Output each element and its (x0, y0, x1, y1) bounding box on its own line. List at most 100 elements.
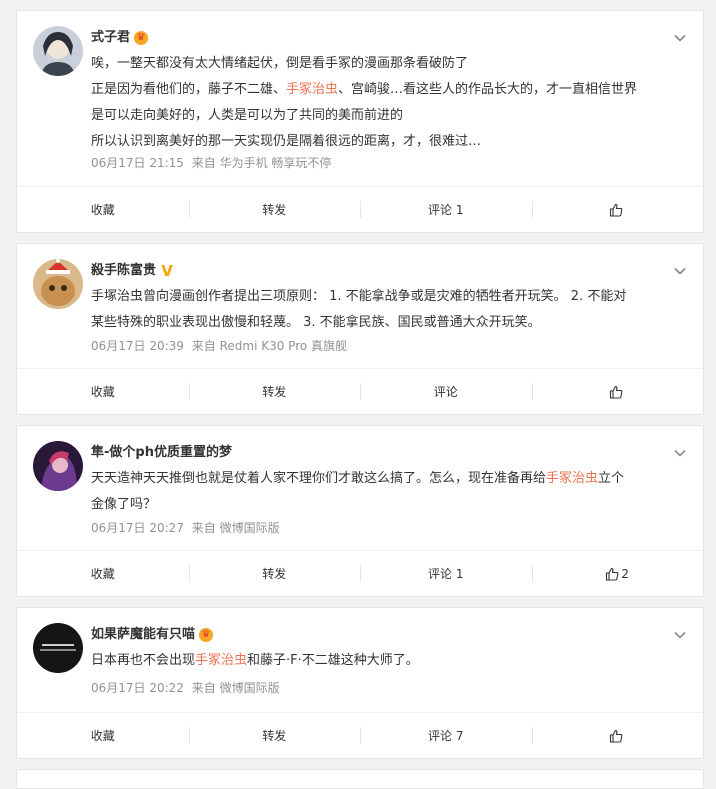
like-button[interactable] (531, 369, 704, 414)
favorite-button[interactable]: 收藏 (17, 187, 189, 232)
text-segment: 所以认识到离美好的那一天实现仍是隔着很远的距离，才，很难过… (91, 134, 482, 149)
crown-badge-icon: ♛ (199, 628, 214, 642)
post-source: 来自 微博国际版 (191, 681, 280, 695)
avatar[interactable] (33, 623, 83, 673)
post-card: 殺手陈富贵 V 手塚治虫曾向漫画创作者提出三项原则： 1. 不能拿战争或是灾难的… (16, 243, 704, 415)
action-bar: 收藏 转发 评论 1 (17, 186, 703, 232)
username-row: 隼-做个ph优质重置的梦 (91, 444, 232, 462)
avatar[interactable] (33, 26, 83, 76)
text-segment: 手塚治虫曾向漫画创作者提出三项原则： 1. 不能拿战争或是灾难的牺牲者开玩笑。 … (91, 289, 627, 304)
post-meta: 06月17日 20:27 来自 微博国际版 (91, 520, 280, 536)
chevron-down-icon[interactable] (673, 628, 687, 642)
comment-label: 评论 1 (428, 567, 464, 581)
text-line: 唉，一整天都没有太大情绪起伏，倒是看手冢的漫画那条看破防了 (91, 51, 681, 77)
favorite-button[interactable]: 收藏 (17, 713, 189, 758)
comment-button[interactable]: 评论 7 (360, 713, 532, 758)
username[interactable]: 式子君 (91, 29, 130, 47)
repost-label: 转发 (262, 385, 287, 399)
avatar[interactable] (33, 441, 83, 491)
username-row: 如果萨魔能有只喵 ♛ (91, 626, 214, 644)
thumbs-up-icon (610, 203, 623, 217)
comment-label: 评论 (433, 385, 458, 399)
username[interactable]: 隼-做个ph优质重置的梦 (91, 444, 232, 462)
username[interactable]: 殺手陈富贵 (91, 262, 156, 280)
text-segment: 正是因为看他们的，藤子不二雄、 (91, 82, 287, 97)
repost-button[interactable]: 转发 (188, 187, 361, 232)
action-bar: 收藏 转发 评论 7 (17, 712, 703, 758)
text-segment: 日本再也不会出现 (91, 653, 196, 668)
text-segment: 立个 (598, 471, 625, 486)
like-button[interactable] (531, 187, 704, 232)
post-card: 隼-做个ph优质重置的梦 天天造神天天推倒也就是仗着人家不理你们才敢这么搞了。怎… (16, 425, 704, 597)
post-text: 唉，一整天都没有太大情绪起伏，倒是看手冢的漫画那条看破防了 正是因为看他们的，藤子… (91, 51, 681, 155)
text-line: 天天造神天天推倒也就是仗着人家不理你们才敢这么搞了。怎么，现在准备再给手冢治虫立… (91, 466, 681, 492)
post-source: 来自 微博国际版 (191, 521, 280, 535)
thumbs-up-icon (606, 567, 619, 581)
comment-label: 评论 7 (428, 729, 464, 743)
text-line: 正是因为看他们的，藤子不二雄、手冢治虫、宫崎骏…看这些人的作品长大的，才一直相信… (91, 77, 681, 103)
text-segment: 唉，一整天都没有太大情绪起伏，倒是看手冢的漫画那条看破防了 (91, 56, 469, 71)
repost-button[interactable]: 转发 (188, 713, 361, 758)
thumbs-up-icon (610, 729, 623, 743)
post-meta: 06月17日 20:39 来自 Redmi K30 Pro 真旗舰 (91, 338, 347, 354)
post-card: 如果萨魔能有只喵 ♛ 日本再也不会出现手冢治虫和藤子·F·不二雄这种大师了。 0… (16, 607, 704, 759)
text-line: 手塚治虫曾向漫画创作者提出三项原则： 1. 不能拿战争或是灾难的牺牲者开玩笑。 … (91, 284, 681, 310)
repost-label: 转发 (262, 203, 287, 217)
topic-link[interactable]: 手冢治虫 (195, 653, 247, 668)
text-line: 日本再也不会出现手冢治虫和藤子·F·不二雄这种大师了。 (91, 648, 681, 674)
favorite-label: 收藏 (90, 567, 115, 581)
avatar[interactable] (33, 259, 83, 309)
post-time[interactable]: 06月17日 20:22 (91, 681, 184, 695)
comment-label: 评论 1 (428, 203, 464, 217)
text-line: 是可以走向美好的，人类是可以为了共同的美而前进的 (91, 103, 681, 129)
text-line: 某些特殊的职业表现出傲慢和轻蔑。 3. 不能拿民族、国民或普通大众开玩笑。 (91, 310, 681, 336)
repost-button[interactable]: 转发 (188, 551, 361, 596)
text-line: 金像了吗？ (91, 492, 681, 518)
text-segment: 和藤子·F·不二雄这种大师了。 (247, 653, 419, 668)
text-line: 所以认识到离美好的那一天实现仍是隔着很远的距离，才，很难过… (91, 129, 681, 155)
text-segment: 某些特殊的职业表现出傲慢和轻蔑。 3. 不能拿民族、国民或普通大众开玩笑。 (91, 315, 541, 330)
crown-badge-icon: ♛ (134, 31, 149, 45)
post-text: 日本再也不会出现手冢治虫和藤子·F·不二雄这种大师了。 (91, 648, 681, 674)
text-segment: 、宫崎骏…看这些人的作品长大的，才一直相信世界 (338, 82, 638, 97)
vip-badge-icon: V (161, 262, 173, 280)
favorite-label: 收藏 (90, 385, 115, 399)
chevron-down-icon[interactable] (673, 31, 687, 45)
topic-link[interactable]: 手冢治虫 (546, 471, 598, 486)
username[interactable]: 如果萨魔能有只喵 (91, 626, 195, 644)
like-count: 2 (621, 566, 630, 581)
username-row: 式子君 ♛ (91, 29, 149, 47)
comment-button[interactable]: 评论 1 (360, 551, 532, 596)
favorite-label: 收藏 (90, 203, 115, 217)
text-segment: 金像了吗？ (91, 497, 157, 512)
comment-button[interactable]: 评论 1 (360, 187, 532, 232)
post-text: 手塚治虫曾向漫画创作者提出三项原则： 1. 不能拿战争或是灾难的牺牲者开玩笑。 … (91, 284, 681, 336)
topic-link[interactable]: 手冢治虫 (286, 82, 338, 97)
favorite-button[interactable]: 收藏 (17, 551, 189, 596)
repost-label: 转发 (262, 729, 287, 743)
post-meta: 06月17日 20:22 来自 微博国际版 (91, 680, 280, 696)
post-time[interactable]: 06月17日 20:39 (91, 339, 184, 353)
like-button[interactable]: 2 (531, 551, 704, 596)
thumbs-up-icon (610, 385, 623, 399)
comment-button[interactable]: 评论 (360, 369, 532, 414)
favorite-button[interactable]: 收藏 (17, 369, 189, 414)
post-text: 天天造神天天推倒也就是仗着人家不理你们才敢这么搞了。怎么，现在准备再给手冢治虫立… (91, 466, 681, 518)
action-bar: 收藏 转发 评论 (17, 368, 703, 414)
post-card: 式子君 ♛ 唉，一整天都没有太大情绪起伏，倒是看手冢的漫画那条看破防了 正是因为看… (16, 10, 704, 233)
repost-label: 转发 (262, 567, 287, 581)
text-segment: 是可以走向美好的，人类是可以为了共同的美而前进的 (91, 108, 404, 123)
repost-button[interactable]: 转发 (188, 369, 361, 414)
post-time[interactable]: 06月17日 21:15 (91, 156, 184, 170)
favorite-label: 收藏 (90, 729, 115, 743)
like-button[interactable] (531, 713, 704, 758)
post-time[interactable]: 06月17日 20:27 (91, 521, 184, 535)
chevron-down-icon[interactable] (673, 446, 687, 460)
post-source: 来自 华为手机 畅享玩不停 (191, 156, 332, 170)
post-source: 来自 Redmi K30 Pro 真旗舰 (191, 339, 348, 353)
username-row: 殺手陈富贵 V (91, 262, 174, 280)
chevron-down-icon[interactable] (673, 264, 687, 278)
text-segment: 天天造神天天推倒也就是仗着人家不理你们才敢这么搞了。怎么，现在准备再给 (91, 471, 547, 486)
post-card-partial (16, 769, 704, 789)
action-bar: 收藏 转发 评论 1 2 (17, 550, 703, 596)
